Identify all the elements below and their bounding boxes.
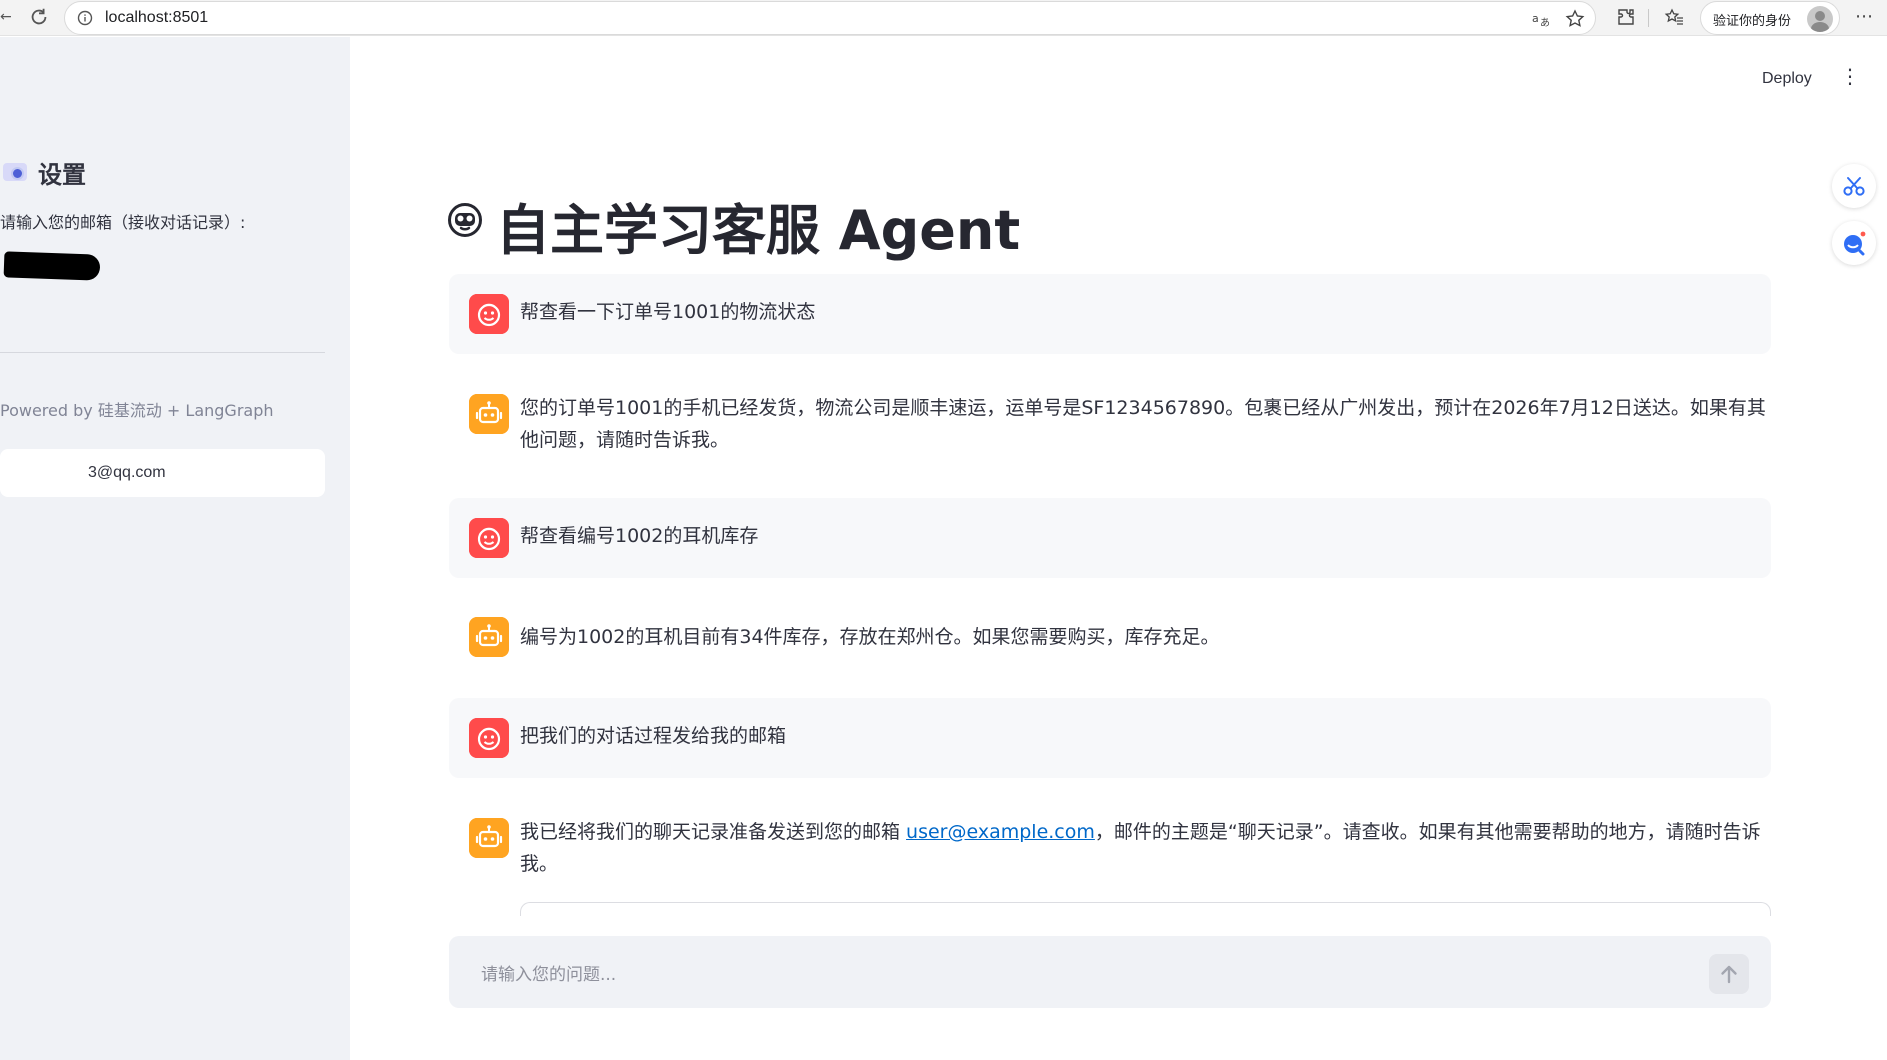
chat-message-text-before: 我已经将我们的聊天记录准备发送到您的邮箱 (520, 821, 907, 843)
svg-text:a: a (1532, 12, 1539, 25)
user-avatar-icon (469, 518, 509, 558)
chat-message-text: 您的订单号1001的手机已经发货，物流公司是顺丰速运，运单号是SF1234567… (520, 397, 1766, 451)
main-menu-icon[interactable]: ⋮ (1840, 66, 1860, 86)
sidebar-title: 设置 (38, 161, 86, 189)
message-container-edge (520, 902, 1771, 916)
chat-message-text: 帮查看编号1002的耳机库存 (520, 525, 759, 547)
favorites-icon[interactable] (1664, 7, 1684, 27)
user-avatar-icon (469, 718, 509, 758)
redaction-mark (3, 251, 101, 281)
chat-message-text: 我已经将我们的聊天记录准备发送到您的邮箱 user@example.com，邮件… (520, 816, 1771, 880)
email-field-label: 请输入您的邮箱（接收对话记录）: (0, 213, 246, 232)
robot-face-icon (448, 203, 482, 237)
address-bar[interactable]: localhost:8501 a あ (64, 1, 1596, 35)
chat-message-assistant: 编号为1002的耳机目前有34件库存，存放在郑州仓。如果您需要购买，库存充足。 (449, 600, 1771, 674)
email-field[interactable] (0, 449, 325, 497)
chat-message-text: 把我们的对话过程发给我的邮箱 (520, 725, 787, 747)
browser-menu-icon[interactable]: ⋯ (1855, 6, 1874, 27)
page-title: 自主学习客服 Agent (496, 199, 1021, 262)
extensions-icon[interactable] (1616, 7, 1636, 27)
sidebar-divider (0, 352, 325, 353)
avatar (1807, 6, 1833, 32)
assistant-avatar-icon (469, 617, 509, 657)
chat-input-placeholder: 请输入您的问题... (481, 965, 617, 985)
chat-message-user: 把我们的对话过程发给我的邮箱 (449, 698, 1771, 778)
svg-text:あ: あ (1540, 17, 1550, 29)
url-text[interactable]: localhost:8501 (105, 9, 208, 27)
user-avatar-icon (469, 294, 509, 334)
send-arrow-icon[interactable] (1709, 954, 1749, 994)
email-link[interactable]: user@example.com (906, 821, 1095, 843)
chat-message-user: 帮查看编号1002的耳机库存 (449, 498, 1771, 578)
assistant-avatar-icon (469, 818, 509, 858)
back-icon[interactable]: ← (0, 9, 12, 25)
powered-by-text: Powered by 硅基流动 + LangGraph (0, 401, 274, 420)
chat-message-text: 帮查看一下订单号1001的物流状态 (520, 301, 816, 323)
scissors-icon[interactable] (1832, 164, 1876, 208)
chat-message-assistant: 我已经将我们的聊天记录准备发送到您的邮箱 user@example.com，邮件… (449, 802, 1771, 892)
profile-button[interactable]: 验证你的身份 (1700, 1, 1840, 35)
browser-toolbar: ← localhost:8501 a あ 验证你的身份 ⋯ (0, 0, 1887, 36)
chat-message-text: 编号为1002的耳机目前有34件库存，存放在郑州仓。如果您需要购买，库存充足。 (520, 626, 1220, 648)
translate-icon[interactable]: a あ (1531, 9, 1551, 29)
profile-label: 验证你的身份 (1713, 14, 1792, 29)
reload-icon[interactable] (28, 6, 50, 28)
deploy-button[interactable]: Deploy (1762, 70, 1812, 88)
bookmark-star-icon[interactable] (1565, 9, 1585, 29)
chat-message-user: 帮查看一下订单号1001的物流状态 (449, 274, 1771, 354)
site-info-icon[interactable] (77, 10, 93, 26)
settings-icon (3, 163, 27, 181)
email-field-container (0, 243, 325, 497)
chat-message-assistant: 您的订单号1001的手机已经发货，物流公司是顺丰速运，运单号是SF1234567… (449, 378, 1771, 464)
toolbar-divider (1648, 9, 1649, 27)
sidebar: 设置 请输入您的邮箱（接收对话记录）: Powered by 硅基流动 + La… (0, 37, 350, 1060)
assistant-avatar-icon (469, 394, 509, 434)
chat-input[interactable]: 请输入您的问题... (449, 936, 1771, 1008)
assistant-chat-icon[interactable] (1832, 221, 1876, 265)
